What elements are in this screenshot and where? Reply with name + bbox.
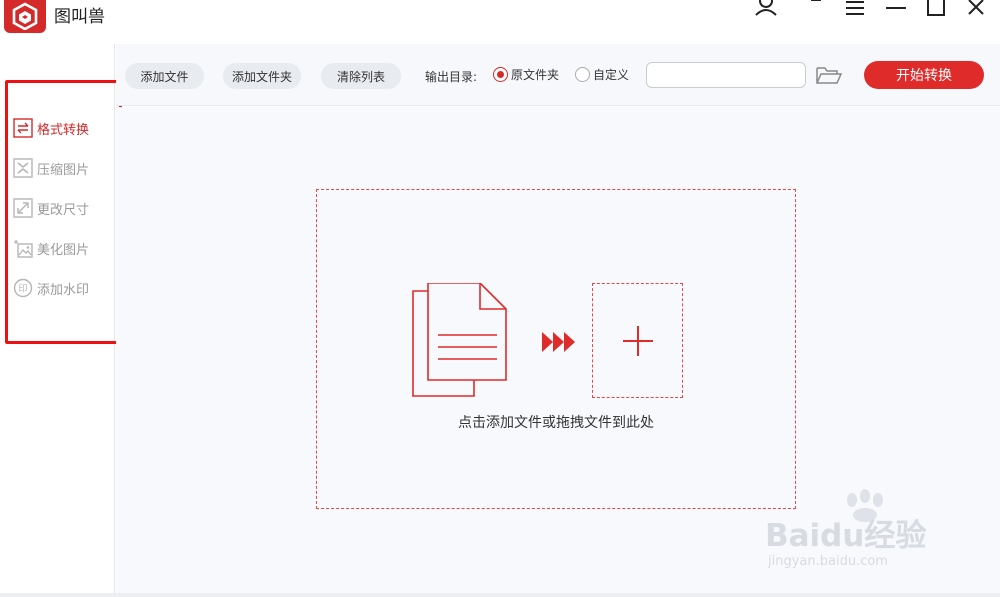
dash-icon <box>811 0 821 1</box>
user-account-button[interactable] <box>752 0 780 20</box>
radio-custom-folder[interactable]: 自定义 <box>575 66 629 83</box>
close-button[interactable] <box>964 0 988 20</box>
plus-icon <box>622 325 653 356</box>
maximize-button[interactable] <box>924 0 948 20</box>
main-area: 点击添加文件或拖拽文件到此处 <box>116 107 1000 593</box>
toolbar: 添加文件 添加文件夹 清除列表 输出目录: 原文件夹 自定义 开始转换 <box>116 44 1000 106</box>
radio-checked-icon <box>493 67 508 82</box>
file-dropzone[interactable]: 点击添加文件或拖拽文件到此处 <box>316 189 796 509</box>
triple-arrow-icon <box>542 332 575 352</box>
app-title: 图叫兽 <box>54 7 105 27</box>
sidebar-item-label: 添加水印 <box>37 282 90 298</box>
sidebar-item-label: 格式转换 <box>37 122 90 138</box>
menu-button[interactable] <box>843 0 867 20</box>
start-convert-button[interactable]: 开始转换 <box>864 61 984 89</box>
open-folder-icon <box>816 67 843 84</box>
radio-original-folder[interactable]: 原文件夹 <box>493 66 559 83</box>
clear-list-button[interactable]: 清除列表 <box>321 63 401 89</box>
maximize-icon <box>927 0 945 16</box>
feedback-button[interactable] <box>806 0 826 20</box>
sidebar-item-watermark[interactable]: 印 添加水印 <box>12 276 89 300</box>
beautify-image-icon <box>12 238 33 259</box>
sidebar-item-resize[interactable]: 更改尺寸 <box>12 196 89 220</box>
dropzone-hint: 点击添加文件或拖拽文件到此处 <box>458 415 654 431</box>
browse-folder-button[interactable] <box>814 62 844 88</box>
radio-custom-label: 自定义 <box>593 68 630 82</box>
sidebar-item-format-convert[interactable]: 格式转换 <box>12 116 89 140</box>
sidebar: 格式转换 压缩图片 更改尺寸 美化图片 印 添加水印 <box>0 44 115 597</box>
sidebar-item-label: 压缩图片 <box>37 162 90 178</box>
cube-logo-icon <box>12 2 38 30</box>
watermark-icon: 印 <box>12 278 33 299</box>
resize-icon <box>12 198 33 219</box>
minimize-button[interactable] <box>883 0 909 20</box>
user-icon <box>755 0 777 16</box>
bottom-border <box>0 593 1000 597</box>
sidebar-item-beautify[interactable]: 美化图片 <box>12 236 89 260</box>
menu-icon <box>846 1 864 15</box>
radio-original-label: 原文件夹 <box>511 68 560 82</box>
swap-arrows-icon <box>12 118 33 139</box>
compress-icon <box>12 158 33 179</box>
sidebar-item-label: 美化图片 <box>37 242 90 258</box>
app-logo <box>4 0 46 33</box>
documents-icon <box>412 283 507 397</box>
add-file-button[interactable]: 添加文件 <box>125 63 204 89</box>
title-bar: 图叫兽 <box>0 0 1000 44</box>
add-target-box[interactable] <box>592 283 683 398</box>
minimize-icon <box>886 7 906 9</box>
radio-unchecked-icon <box>575 67 590 82</box>
add-folder-button[interactable]: 添加文件夹 <box>223 63 301 89</box>
output-path-input[interactable] <box>646 62 806 88</box>
output-dir-label: 输出目录: <box>425 70 478 84</box>
sidebar-item-label: 更改尺寸 <box>37 202 90 218</box>
sidebar-item-compress[interactable]: 压缩图片 <box>12 156 89 180</box>
close-icon <box>968 0 984 15</box>
svg-text:印: 印 <box>18 283 27 295</box>
